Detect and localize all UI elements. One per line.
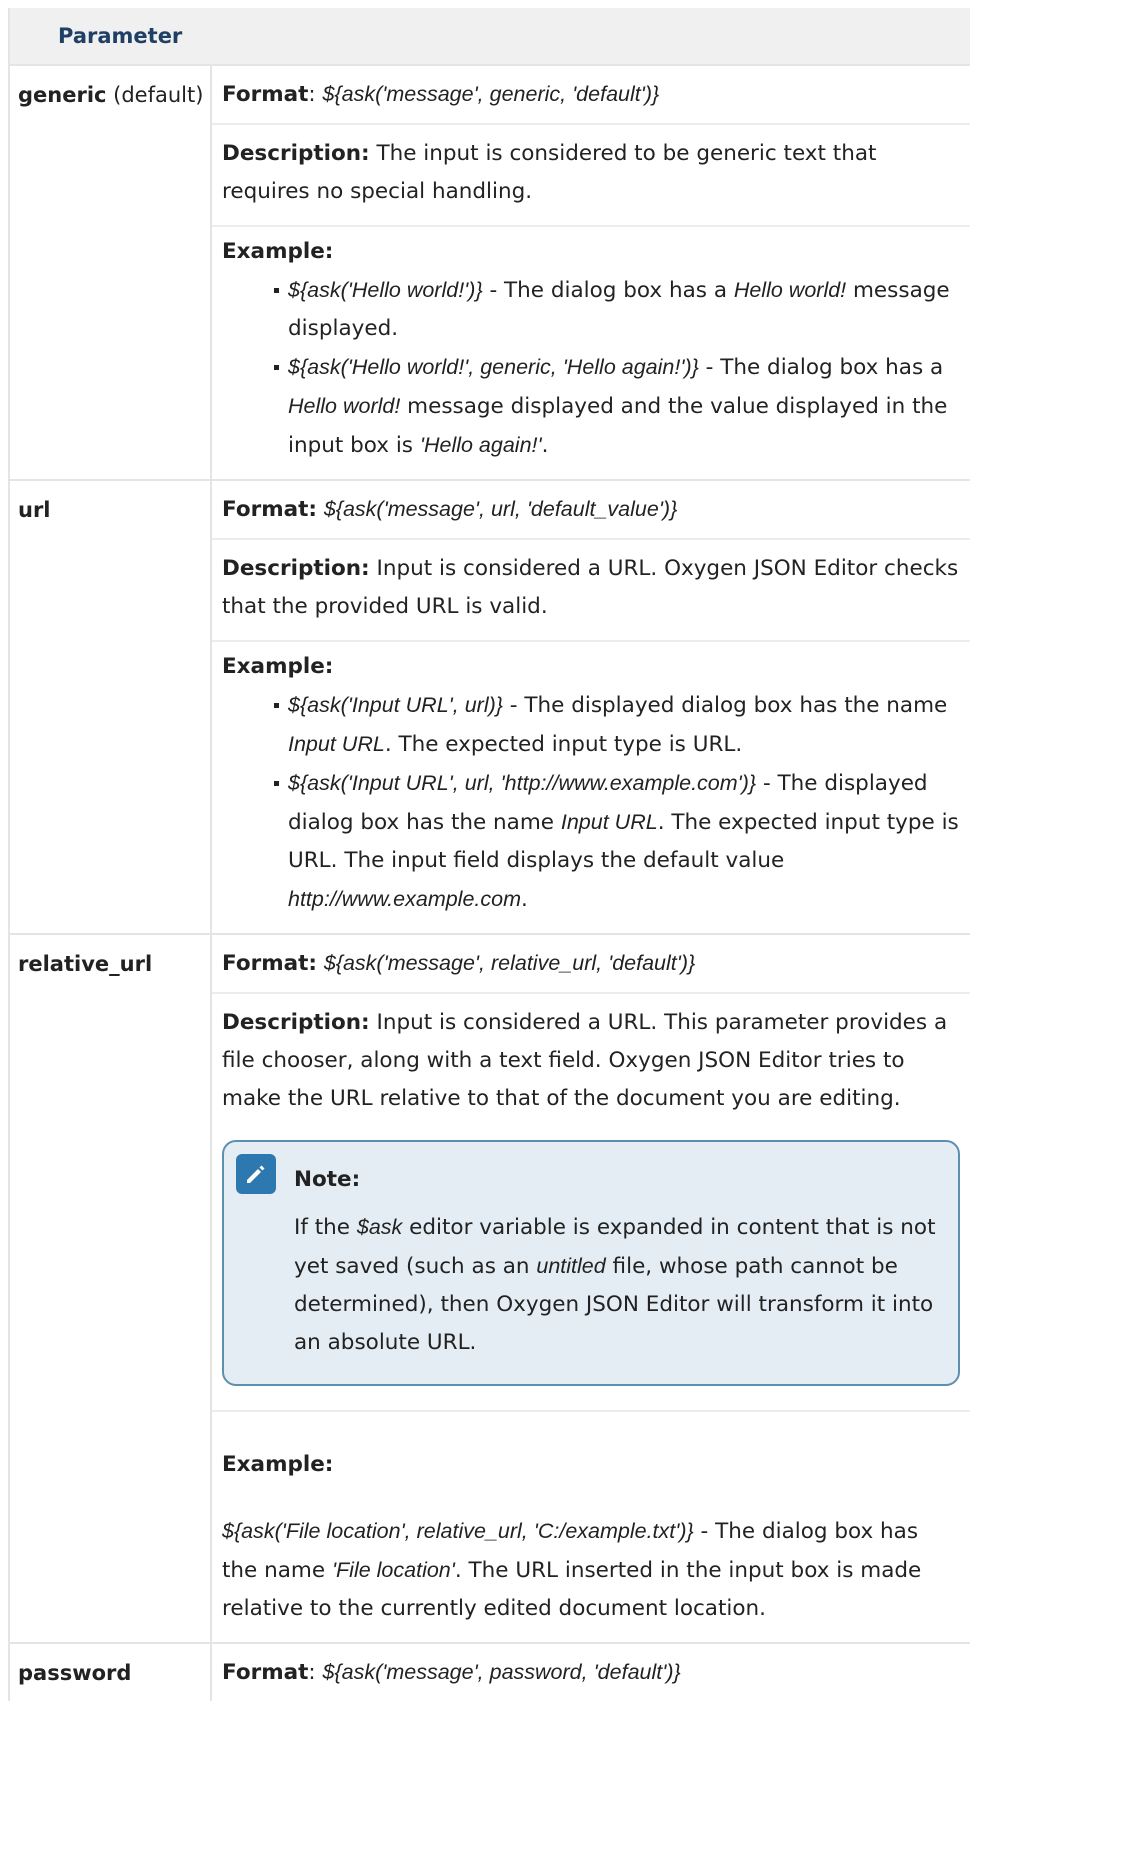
italic-run: $ask xyxy=(356,1215,403,1239)
param-name: relative_url xyxy=(18,952,153,976)
italic-run: Hello world! xyxy=(733,278,847,302)
example-cell: Example: ${ask('File location', relative… xyxy=(212,1412,970,1642)
list-item: ${ask('Input URL', url)} - The displayed… xyxy=(274,686,960,764)
format-sep xyxy=(317,497,324,522)
param-name-cell: relative_url xyxy=(10,935,212,1642)
italic-run: Input URL xyxy=(560,810,658,834)
description-label: Description: xyxy=(222,556,370,581)
format-sep xyxy=(317,951,324,976)
note-title: Note: xyxy=(294,1167,361,1192)
format-value: ${ask('message', relative_url, 'default'… xyxy=(323,951,696,975)
italic-run: 'File location' xyxy=(331,1558,455,1582)
text-run: - The dialog box has a xyxy=(482,278,734,303)
format-cell: Format: ${ask('message', password, 'defa… xyxy=(212,1644,970,1701)
italic-run: ${ask('Hello world!')} xyxy=(288,278,483,302)
description-cell: Description: Input is considered a URL. … xyxy=(212,540,970,642)
list-item: ${ask('Input URL', url, 'http://www.exam… xyxy=(274,764,960,919)
header-parameter: Parameter xyxy=(58,24,183,48)
example-text: ${ask('File location', relative_url, 'C:… xyxy=(222,1512,960,1628)
param-name-cell: generic (default) xyxy=(10,66,212,479)
description-cell: Description: Input is considered a URL. … xyxy=(212,994,970,1412)
italic-run: ${ask('Input URL', url)} xyxy=(288,693,503,717)
example-label: Example: xyxy=(222,1452,334,1477)
text-run: If the xyxy=(294,1215,357,1240)
list-item: ${ask('Hello world!', generic, 'Hello ag… xyxy=(274,348,960,465)
text-run: . xyxy=(521,887,528,912)
pencil-note-icon xyxy=(236,1154,276,1194)
table-row: relative_url Format: ${ask('message', re… xyxy=(10,935,970,1644)
example-list: ${ask('Input URL', url)} - The displayed… xyxy=(222,686,960,919)
example-label: Example: xyxy=(222,239,334,264)
format-label: Format xyxy=(222,1660,309,1685)
format-sep: : xyxy=(308,82,323,107)
italic-run: Hello world! xyxy=(288,394,401,418)
example-cell: Example: ${ask('Input URL', url)} - The … xyxy=(212,642,970,933)
format-value: ${ask('message', password, 'default')} xyxy=(322,1660,681,1684)
description-label: Description: xyxy=(222,141,370,166)
italic-run: In­put URL xyxy=(288,732,385,756)
format-label: Format: xyxy=(222,497,317,522)
italic-run: 'Hello again!' xyxy=(419,433,542,457)
param-name: generic xyxy=(18,83,107,107)
italic-run: http://www.example­.com xyxy=(288,887,522,911)
table-row: generic (default) Format: ${ask('message… xyxy=(10,66,970,481)
example-list: ${ask('Hello world!')} - The dialog box … xyxy=(222,271,960,465)
param-name: url xyxy=(18,498,51,522)
table-header: Parameter xyxy=(10,8,970,66)
format-cell: Format: ${ask('message', relative_url, '… xyxy=(212,935,970,994)
format-cell: Format: ${ask('message', generic, 'defau… xyxy=(212,66,970,125)
italic-run: untitled xyxy=(536,1254,606,1278)
param-name-suffix: (default) xyxy=(106,83,204,107)
format-label: Format xyxy=(222,82,309,107)
param-name: password xyxy=(18,1661,132,1685)
note-box: Note: If the $ask editor variable is exp… xyxy=(222,1140,960,1386)
param-name-cell: password xyxy=(10,1644,212,1701)
text-run: . xyxy=(541,433,549,458)
italic-run: ${ask('File location', relative_url, 'C:… xyxy=(222,1519,694,1543)
description-cell: Description: The input is considered to … xyxy=(212,125,970,227)
format-cell: Format: ${ask('message', url, 'default_v… xyxy=(212,481,970,540)
text-run: - The displayed dialog box has the name xyxy=(502,693,948,718)
note-body: If the $ask editor variable is expanded … xyxy=(294,1208,944,1362)
table-row: password Format: ${ask('message', passwo… xyxy=(10,1644,970,1701)
example-label: Example: xyxy=(222,654,334,679)
format-value: ${ask('message', url, 'default_value')} xyxy=(323,497,678,521)
format-sep: : xyxy=(308,1660,323,1685)
text-run: . The expected input type is URL. xyxy=(384,732,743,757)
param-name-cell: url xyxy=(10,481,212,933)
italic-run: ${ask('Hello world!', generic, 'Hello ag… xyxy=(288,355,699,379)
example-cell: Example: ${ask('Hello world!')} - The di… xyxy=(212,227,970,479)
table-row: url Format: ${ask('message', url, 'defau… xyxy=(10,481,970,935)
format-label: Format: xyxy=(222,951,317,976)
list-item: ${ask('Hello world!')} - The dialog box … xyxy=(274,271,960,348)
italic-run: ${ask('Input URL', url, 'http://www.exam… xyxy=(288,771,757,795)
description-label: Description: xyxy=(222,1010,370,1035)
text-run: - The dialog box has a xyxy=(698,355,944,380)
format-value: ${ask('message', generic, 'default')} xyxy=(322,82,660,106)
parameter-table: Parameter generic (default) Format: ${as… xyxy=(8,8,970,1701)
